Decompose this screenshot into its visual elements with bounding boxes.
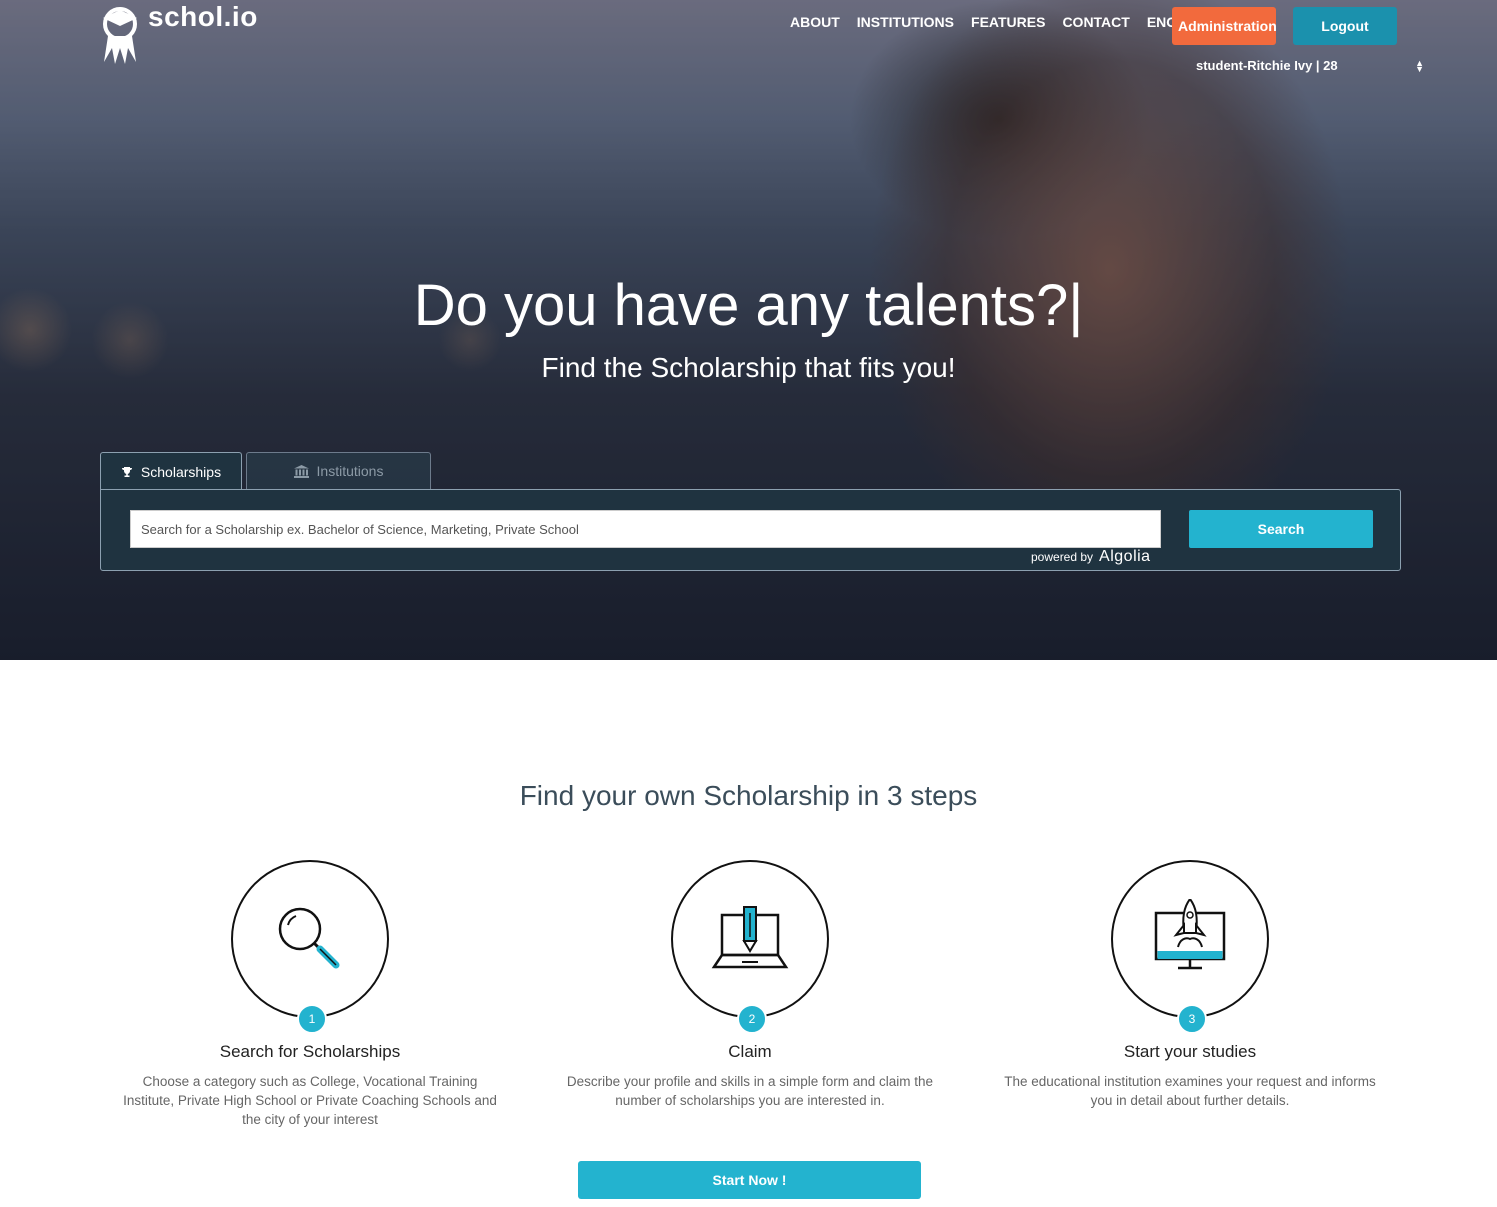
- step-number-badge: 2: [737, 1004, 767, 1034]
- steps-title: Find your own Scholarship in 3 steps: [519, 780, 978, 811]
- step-search: 1 Search for Scholarships Choose a categ…: [120, 860, 500, 1129]
- tab-scholarships[interactable]: Scholarships: [100, 452, 242, 490]
- search-panel: powered by Algolia Search: [100, 489, 1401, 571]
- algolia-logo: Algolia: [1099, 548, 1151, 565]
- nav-features[interactable]: FEATURES: [971, 14, 1045, 30]
- brand-name: schol.io: [148, 1, 258, 32]
- magnifier-icon: [278, 907, 340, 969]
- step-title: Claim: [728, 1042, 772, 1061]
- step-description: Choose a category such as College, Vocat…: [123, 1074, 497, 1127]
- tab-institutions[interactable]: Institutions: [246, 452, 431, 489]
- powered-by-label: powered by: [1031, 550, 1094, 564]
- step-title: Search for Scholarships: [219, 1042, 401, 1061]
- user-select[interactable]: student-Ritchie Ivy | 28 ▲ ▼: [1196, 58, 1424, 74]
- updown-arrows-icon: ▲ ▼: [1415, 58, 1424, 74]
- step-number-badge: 3: [1177, 1004, 1207, 1034]
- trophy-icon: [121, 466, 132, 477]
- search-button[interactable]: Search: [1189, 510, 1373, 548]
- step-description: Describe your profile and skills in a si…: [566, 1074, 934, 1108]
- monitor-rocket-icon: [1154, 899, 1226, 970]
- step-circle: 1: [231, 860, 389, 1034]
- start-now-button[interactable]: Start Now !: [578, 1161, 921, 1199]
- step-title: Start your studies: [1123, 1042, 1257, 1061]
- nav-about[interactable]: ABOUT: [790, 14, 840, 30]
- hero-section: schol.io ABOUT INSTITUTIONS FEATURES CON…: [0, 0, 1497, 660]
- step-start-studies: 3 Start your studies The educational ins…: [1000, 860, 1380, 1110]
- tab-institutions-label: Institutions: [316, 463, 384, 479]
- step-number-badge: 1: [297, 1004, 327, 1034]
- main-nav: ABOUT INSTITUTIONS FEATURES CONTACT ENG: [790, 14, 1205, 30]
- powered-by-algolia[interactable]: powered by Algolia: [1031, 548, 1151, 566]
- institution-icon: [293, 464, 309, 478]
- administration-button[interactable]: Administration: [1172, 7, 1277, 45]
- hero-headline: Do you have any talents?|: [413, 273, 1084, 338]
- laptop-pencil-icon: [711, 906, 789, 969]
- tab-scholarships-label: Scholarships: [140, 463, 222, 480]
- scholarship-search-input[interactable]: [130, 510, 1161, 548]
- step-description: The educational institution examines you…: [1004, 1074, 1376, 1108]
- step-circle: 3: [1111, 860, 1269, 1034]
- hero-subline: Find the Scholarship that fits you!: [541, 352, 956, 383]
- step-circle: 2: [671, 860, 829, 1034]
- graduate-mascot-icon: [103, 7, 137, 64]
- user-select-value: student-Ritchie Ivy | 28: [1196, 58, 1338, 73]
- brand-logo[interactable]: schol.io: [100, 1, 258, 66]
- step-claim: 2 Claim Describe your profile and skills…: [560, 860, 940, 1110]
- logout-button[interactable]: Logout: [1293, 7, 1397, 45]
- nav-institutions[interactable]: INSTITUTIONS: [857, 14, 954, 30]
- nav-contact[interactable]: CONTACT: [1062, 14, 1129, 30]
